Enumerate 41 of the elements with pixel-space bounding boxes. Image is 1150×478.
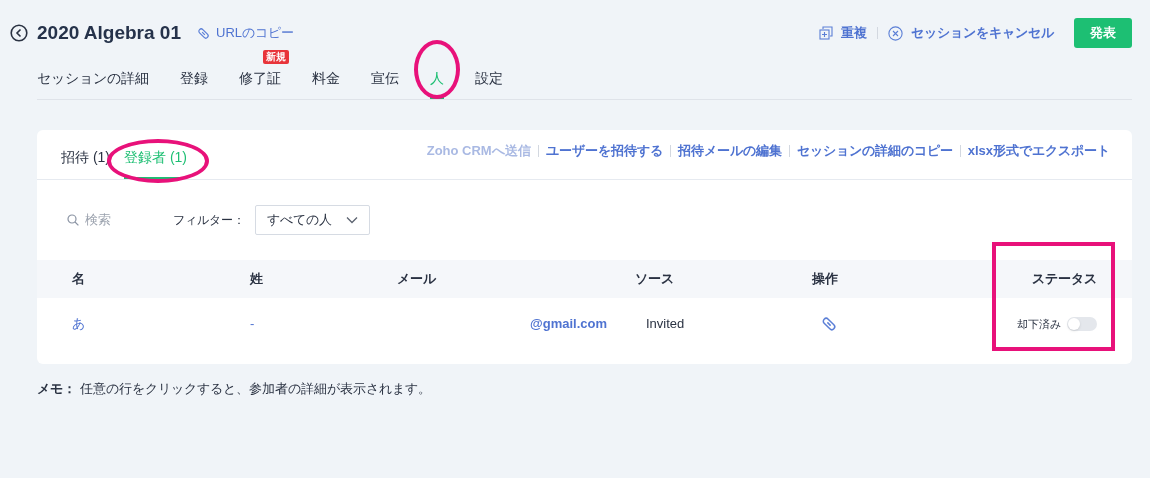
highlight-circle [414,40,460,99]
action-link[interactable]: xlsx形式でエクスポート [967,141,1110,161]
back-icon[interactable] [10,24,28,42]
column-header: ステータス [1031,270,1097,289]
filter-label: フィルター： [173,212,245,229]
chevron-down-icon [346,216,358,224]
paperclip-icon [197,26,210,40]
nav-tab[interactable]: 登録 [180,64,208,99]
table-cell-text: - [250,315,256,334]
column-header: ソース [635,270,675,289]
paperclip-icon[interactable] [821,316,837,332]
cancel-icon [888,25,903,41]
nav-tab[interactable]: 修了証 [239,64,281,99]
column-header: 名 [72,270,86,289]
column-header: 操作 [812,270,839,289]
sub-tab[interactable]: 登録者 (1) [124,139,187,179]
search-field[interactable]: 検索 [85,210,155,230]
table-cell[interactable]: あ [72,314,250,334]
nav-tab[interactable]: セッションの詳細 [37,64,149,99]
action-link[interactable]: セッションの詳細のコピー [796,141,953,161]
nav-tab[interactable]: 宣伝 [371,64,399,99]
memo-note: メモ： 任意の行をクリックすると、参加者の詳細が表示されます。 [37,380,432,398]
session-title: 2020 Algebra 01 [37,20,181,45]
table-cell-text: Invited [645,315,686,334]
column-header: メール [397,270,437,289]
duplicate-link[interactable]: 重複 [819,23,867,43]
action-link[interactable]: ユーザーを招待する [545,141,663,161]
copy-url-link[interactable]: URLのコピー [197,23,294,43]
nav-tab[interactable]: 料金 [312,64,340,99]
search-icon [67,214,79,226]
filter-dropdown[interactable]: すべての人 [255,205,370,235]
nav-tab[interactable]: 設定 [475,64,503,99]
action-link[interactable]: 招待メールの編集 [677,141,782,161]
email-link[interactable]: @gmail.com [397,314,635,334]
status-label: 却下済み [1017,316,1061,332]
cancel-session-link[interactable]: セッションをキャンセル [888,23,1054,43]
column-header: 姓 [250,270,264,289]
status-toggle[interactable] [1067,317,1097,331]
duplicate-icon [819,26,833,40]
publish-button[interactable]: 発表 [1074,18,1132,48]
new-badge: 新規 [263,50,289,64]
